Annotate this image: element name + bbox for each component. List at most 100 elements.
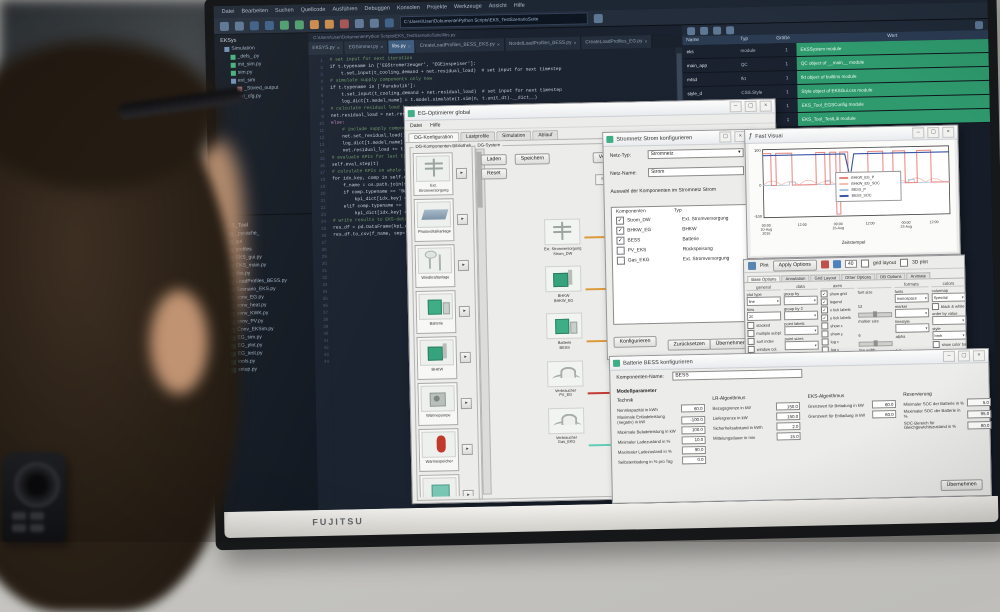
option-row[interactable]: y tick labels ▾ [821, 314, 855, 322]
add-component-button[interactable]: ▸ [459, 306, 470, 317]
library-card[interactable]: BHKW [416, 336, 457, 380]
param-input[interactable] [777, 432, 801, 441]
maximize-button[interactable]: ▢ [927, 127, 939, 138]
add-component-button[interactable]: ▸ [461, 398, 472, 409]
apply-options-button[interactable]: Apply Options [773, 259, 818, 271]
eg-tab[interactable]: Lastprofile [460, 131, 495, 141]
checkbox[interactable] [617, 247, 625, 255]
tab-close-icon[interactable]: × [337, 45, 340, 51]
revert-button[interactable]: Zurücksetzen [668, 339, 711, 351]
tab-close-icon[interactable]: × [497, 42, 500, 48]
tab-close-icon[interactable]: × [380, 44, 383, 50]
menu-item[interactable]: Ausführen [332, 6, 357, 13]
options-tab[interactable]: DB Options [876, 273, 906, 280]
param-input[interactable] [871, 400, 895, 409]
wrench-icon[interactable] [385, 18, 394, 27]
netz-name-input[interactable] [648, 166, 744, 177]
system-component-card[interactable]: BHKW BHKW_EG [543, 266, 584, 304]
editor-tab[interactable]: libs.py × [388, 40, 416, 54]
option-row[interactable]: sort index ▾ [748, 337, 782, 345]
library-card[interactable]: Wärmepumpe [417, 382, 458, 426]
browse-directory-icon[interactable] [594, 14, 603, 23]
menu-item[interactable]: Datei [410, 122, 422, 128]
param-input[interactable] [681, 426, 705, 435]
open-file-icon[interactable] [235, 21, 244, 30]
menu-item[interactable]: Projekte [427, 4, 447, 10]
option-slider[interactable]: 12 [858, 294, 892, 318]
param-input[interactable] [681, 456, 705, 465]
option-row[interactable]: marker size 6 ▾ 6 [858, 318, 893, 347]
option-select[interactable]: ▾ [785, 341, 819, 351]
option-row[interactable]: fonts monospace ▾ monospace [895, 288, 929, 303]
option-row[interactable]: group by ▾ [784, 291, 818, 306]
save-button[interactable]: Speichern [515, 153, 551, 165]
save-all-icon[interactable] [265, 20, 274, 29]
checkbox[interactable] [821, 306, 828, 313]
tab-close-icon[interactable]: × [573, 40, 576, 46]
option-row[interactable]: show grid ▾ [821, 290, 855, 298]
option-row[interactable]: linestyle ▾ [895, 318, 929, 333]
debug-icon[interactable] [310, 19, 319, 28]
options-tab[interactable]: Animate [907, 272, 930, 278]
options-icon[interactable] [975, 21, 983, 29]
step-icon[interactable] [325, 19, 334, 28]
option-row[interactable]: stacked ▾ [747, 321, 781, 329]
maximize-button[interactable]: ▢ [745, 101, 757, 112]
menu-item[interactable]: Hilfe [514, 3, 525, 9]
plot-canvas[interactable]: 100 0 -100 00:00 10-Aug 2015 12:00 00:00… [748, 140, 956, 256]
option-row[interactable]: show color bar ▾ [933, 340, 967, 348]
component-row[interactable]: Gas_EKG Ext. Stromversorgung [613, 253, 749, 266]
grid-layout-checkbox[interactable] [861, 259, 869, 267]
new-file-icon[interactable] [220, 21, 229, 30]
netz-titlebar[interactable]: Stromnetz Strom konfigurieren ▢ × [603, 130, 749, 147]
checkbox[interactable] [616, 237, 624, 245]
checkbox[interactable] [821, 330, 828, 337]
option-row[interactable]: style bmh ▾ bmh [932, 325, 966, 340]
param-input[interactable] [681, 436, 705, 445]
minimize-button[interactable]: – [912, 127, 924, 138]
import-data-icon[interactable] [700, 26, 708, 34]
option-select[interactable]: ▾ [895, 308, 929, 318]
run-cell-icon[interactable] [295, 20, 304, 29]
menu-item[interactable]: Datei [222, 9, 235, 15]
option-row[interactable]: marker ▾ [895, 303, 929, 318]
editor-tab[interactable]: EGSimmer.py × [345, 41, 389, 55]
option-row[interactable]: legend ▾ [821, 298, 855, 306]
checkbox[interactable] [821, 314, 828, 321]
param-input[interactable] [681, 446, 705, 455]
maximize-button[interactable]: ▢ [958, 350, 970, 361]
checkbox[interactable] [616, 227, 624, 235]
options-tab[interactable]: Base Options [747, 275, 780, 282]
close-button[interactable]: × [760, 100, 772, 111]
option-row[interactable]: multiple subpl. ▾ [747, 329, 781, 337]
maximize-button[interactable]: ▢ [719, 131, 731, 142]
menu-item[interactable]: Hilfe [430, 122, 441, 128]
menu-item[interactable]: Suchen [275, 7, 294, 13]
option-row[interactable]: show y ▾ [821, 330, 855, 338]
add-component-button[interactable]: ▸ [458, 260, 469, 271]
slider-thumb[interactable] [873, 311, 877, 317]
checkbox[interactable] [821, 322, 828, 329]
slider-track[interactable] [859, 341, 893, 347]
library-card[interactable]: Kältemaschine [419, 474, 460, 497]
configure-button[interactable]: Konfigurieren [613, 336, 656, 348]
system-component-card[interactable]: Ext. Stromversorgung Strom_DW [542, 218, 583, 256]
slider-track[interactable] [858, 312, 892, 318]
option-row[interactable]: point sizes ▾ [785, 336, 819, 351]
library-card[interactable]: Windkraftanlage [415, 244, 456, 288]
stop-icon[interactable] [340, 19, 349, 28]
option-select[interactable]: ▾ [784, 326, 818, 336]
threed-checkbox[interactable] [900, 259, 908, 267]
system-component-card[interactable]: Batterie BESS [544, 313, 585, 351]
clear-icon[interactable] [821, 260, 829, 268]
option-row[interactable]: point labels ▾ [784, 321, 818, 336]
component-name-input[interactable] [672, 369, 802, 381]
param-input[interactable] [776, 422, 800, 431]
option-row[interactable]: log x ▾ [822, 338, 856, 346]
dpi-spinbox[interactable] [845, 260, 857, 268]
refresh-icon[interactable] [687, 27, 695, 35]
checkbox[interactable] [617, 257, 625, 265]
param-input[interactable] [776, 402, 800, 411]
options-tab[interactable]: Grid Layout [810, 274, 840, 281]
option-select[interactable]: ▾ [932, 315, 966, 325]
